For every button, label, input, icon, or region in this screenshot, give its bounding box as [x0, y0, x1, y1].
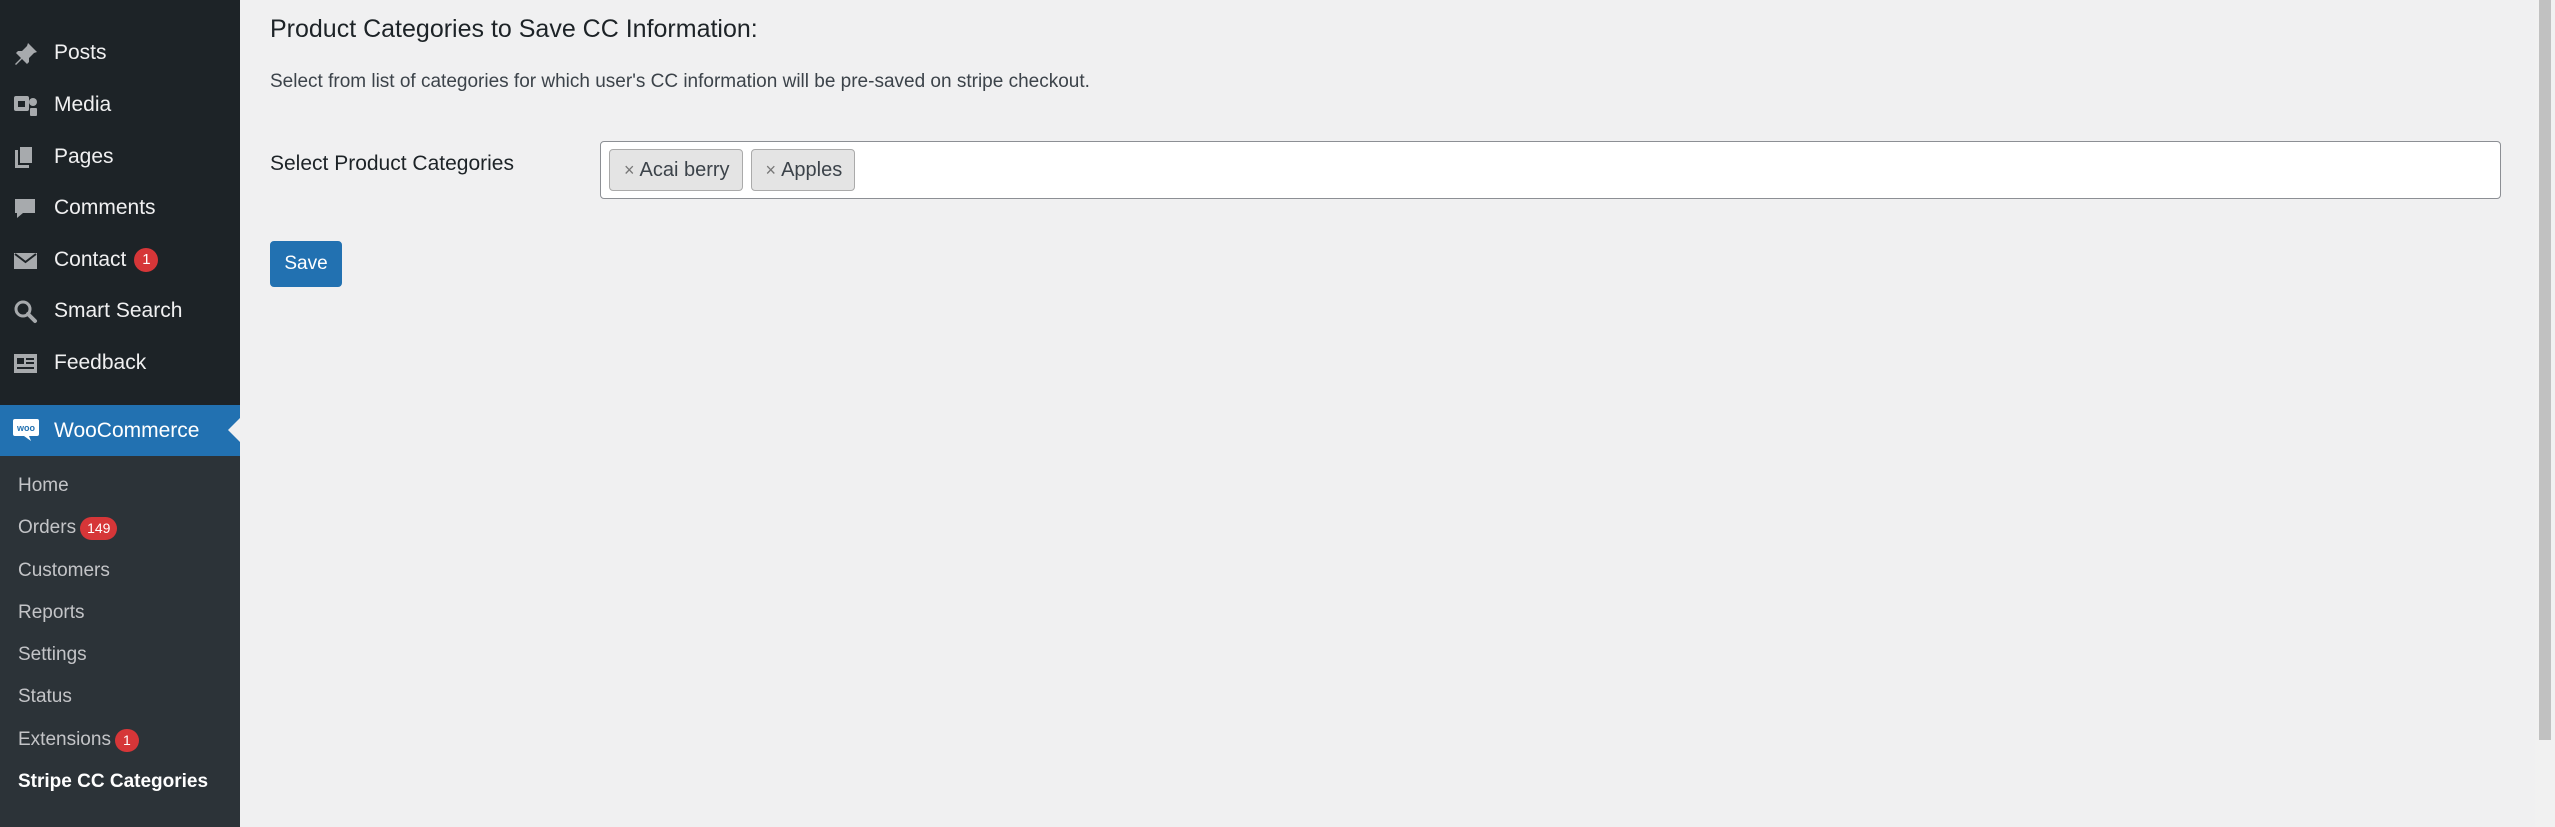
sidebar-item-comments[interactable]: Comments: [0, 183, 240, 233]
scrollbar-thumb[interactable]: [2539, 0, 2551, 740]
current-menu-arrow: [228, 418, 240, 442]
submenu-item-label: Home: [18, 475, 69, 496]
selected-category-chip: × Apples: [750, 149, 856, 191]
admin-sidebar: Posts Media Pages Comments Contact 1 Sma…: [0, 0, 240, 827]
submenu-item-status[interactable]: Status: [0, 677, 240, 717]
submenu-item-orders[interactable]: Orders 149: [0, 508, 240, 548]
remove-chip-icon[interactable]: ×: [766, 160, 777, 181]
chip-label: Apples: [781, 158, 843, 181]
sidebar-item-pages[interactable]: Pages: [0, 132, 240, 182]
notification-badge: 149: [80, 516, 118, 540]
submenu-item-label: Orders: [18, 517, 77, 538]
sidebar-item-label: Media: [54, 93, 112, 116]
comment-icon: [12, 196, 39, 221]
sidebar-item-contact[interactable]: Contact 1: [0, 235, 240, 285]
pages-icon: [12, 145, 39, 170]
page-title: Product Categories to Save CC Informatio…: [270, 15, 758, 43]
sidebar-item-media[interactable]: Media: [0, 80, 240, 130]
submenu-item-stripe-cc-categories[interactable]: Stripe CC Categories: [0, 762, 240, 802]
submenu-item-reports[interactable]: Reports: [0, 593, 240, 633]
notification-badge: 1: [114, 728, 139, 752]
field-label: Select Product Categories: [270, 152, 514, 175]
submenu-item-label: Settings: [18, 644, 87, 665]
page-description: Select from list of categories for which…: [270, 71, 1090, 92]
submenu-item-home[interactable]: Home: [0, 466, 240, 506]
page-scrollbar[interactable]: [2535, 0, 2555, 827]
sidebar-item-posts[interactable]: Posts: [0, 28, 240, 78]
pin-icon: [12, 41, 39, 66]
notification-badge: 1: [134, 248, 159, 272]
wp-admin-screen: Posts Media Pages Comments Contact 1 Sma…: [0, 0, 2555, 827]
media-icon: [12, 93, 39, 118]
submenu-item-label: Reports: [18, 602, 85, 623]
feedback-icon: [12, 351, 39, 376]
sidebar-item-smart-search[interactable]: Smart Search: [0, 286, 240, 336]
selected-category-chip: × Acai berry: [609, 149, 743, 191]
sidebar-item-feedback[interactable]: Feedback: [0, 338, 240, 388]
submenu-item-customers[interactable]: Customers: [0, 551, 240, 591]
save-button[interactable]: Save: [270, 241, 342, 287]
main-content: Product Categories to Save CC Informatio…: [240, 0, 2535, 827]
sidebar-item-label: Posts: [54, 41, 107, 64]
sidebar-item-woocommerce[interactable]: woo WooCommerce: [0, 405, 240, 456]
chip-label: Acai berry: [639, 158, 730, 181]
woocommerce-logo-icon: woo: [12, 417, 40, 443]
sidebar-item-label: Pages: [54, 145, 114, 168]
mail-icon: [12, 248, 39, 273]
submenu-item-settings[interactable]: Settings: [0, 635, 240, 675]
sidebar-item-label: Feedback: [54, 351, 147, 374]
sidebar-item-label: Contact: [54, 248, 127, 271]
submenu-item-label: Customers: [18, 560, 110, 581]
submenu-item-extensions[interactable]: Extensions 1: [0, 720, 240, 760]
remove-chip-icon[interactable]: ×: [624, 160, 635, 181]
sidebar-item-label: WooCommerce: [54, 418, 200, 442]
sidebar-item-label: Smart Search: [54, 299, 183, 322]
woocommerce-submenu: Home Orders 149 Customers Reports Settin…: [0, 456, 240, 827]
submenu-item-label: Extensions: [18, 729, 111, 750]
category-multiselect[interactable]: × Acai berry × Apples: [600, 141, 2501, 199]
svg-text:woo: woo: [16, 423, 35, 433]
search-icon: [12, 299, 39, 324]
sidebar-item-label: Comments: [54, 196, 156, 219]
submenu-item-label: Status: [18, 686, 72, 707]
submenu-item-label: Stripe CC Categories: [18, 771, 209, 792]
